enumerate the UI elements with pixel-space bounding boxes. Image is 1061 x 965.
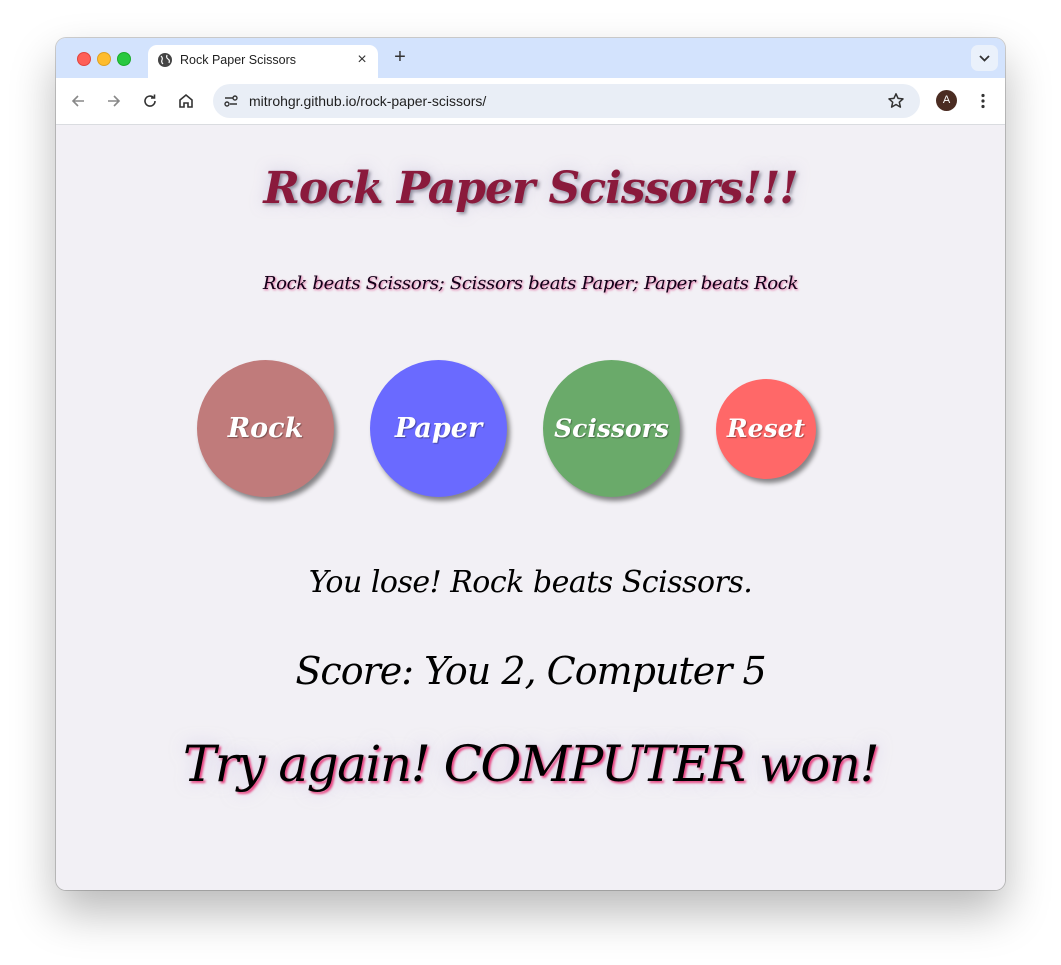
toolbar: mitrohgr.github.io/rock-paper-scissors/ …: [56, 78, 1005, 125]
site-settings-icon[interactable]: [221, 91, 241, 111]
home-icon[interactable]: [176, 91, 196, 111]
rules-text: Rock beats Scissors; Scissors beats Pape…: [262, 273, 799, 294]
tab-search-icon[interactable]: [971, 45, 998, 71]
page-content: Rock Paper Scissors!!! Rock beats Scisso…: [56, 125, 1005, 890]
close-window-button[interactable]: [77, 52, 91, 66]
paper-button[interactable]: Paper: [370, 360, 507, 497]
menu-icon[interactable]: [973, 91, 993, 111]
url-text: mitrohgr.github.io/rock-paper-scissors/: [249, 93, 487, 109]
reset-button-label: Reset: [726, 414, 806, 443]
rock-button-label: Rock: [227, 413, 304, 444]
back-icon[interactable]: [68, 91, 88, 111]
scissors-button[interactable]: Scissors: [543, 360, 680, 497]
reload-icon[interactable]: [140, 91, 160, 111]
page-title: Rock Paper Scissors!!!: [263, 163, 798, 214]
active-tab[interactable]: Rock Paper Scissors ×: [148, 45, 378, 78]
round-result: You lose! Rock beats Scissors.: [308, 565, 753, 600]
maximize-window-button[interactable]: [117, 52, 131, 66]
scissors-button-label: Scissors: [554, 414, 669, 443]
final-message: Try again! COMPUTER won!: [182, 735, 880, 793]
address-bar[interactable]: mitrohgr.github.io/rock-paper-scissors/: [213, 84, 920, 118]
reset-button[interactable]: Reset: [716, 379, 816, 479]
minimize-window-button[interactable]: [97, 52, 111, 66]
star-icon[interactable]: [886, 91, 906, 111]
close-icon[interactable]: ×: [354, 52, 370, 68]
paper-button-label: Paper: [394, 413, 483, 444]
globe-icon: [157, 52, 173, 68]
rock-button[interactable]: Rock: [197, 360, 334, 497]
tab-strip: Rock Paper Scissors × +: [56, 38, 1005, 78]
forward-icon[interactable]: [104, 91, 124, 111]
score-text: Score: You 2, Computer 5: [295, 649, 766, 693]
avatar[interactable]: A: [936, 90, 957, 111]
new-tab-icon[interactable]: +: [390, 47, 410, 67]
tab-title: Rock Paper Scissors: [180, 53, 297, 67]
browser-window: Rock Paper Scissors × + mitrohgr.github.…: [56, 38, 1005, 890]
